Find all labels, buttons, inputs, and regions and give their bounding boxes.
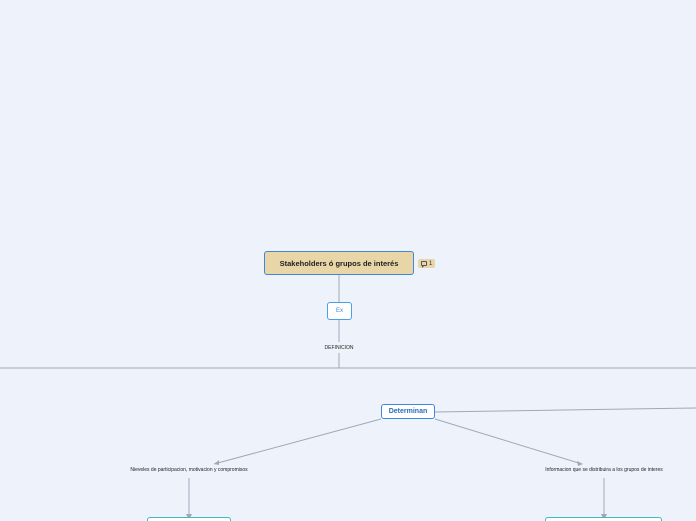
root-topic-node[interactable]: Stakeholders ó grupos de interés xyxy=(264,251,414,275)
connector-determinan-offpage xyxy=(434,407,696,413)
comment-badge[interactable]: 1 xyxy=(418,259,436,268)
arrowhead-right xyxy=(577,461,583,466)
child-node-right-partial[interactable] xyxy=(545,517,662,521)
branch-left-label[interactable]: Nieveles de participacion, motivacion y … xyxy=(130,467,247,473)
branch-left-text: Nieveles de participacion, motivacion y … xyxy=(130,467,248,473)
ex-topic-label: Ex xyxy=(335,308,343,314)
branch-right-text: Informacion que se distribuira a los gru… xyxy=(545,467,663,473)
definicion-text: DEFINICION xyxy=(324,345,354,351)
root-topic-label: Stakeholders ó grupos de interés xyxy=(279,258,399,268)
connector-determinan-right xyxy=(434,418,583,465)
comment-count: 1 xyxy=(429,260,433,267)
child-node-left-partial[interactable] xyxy=(147,517,231,521)
mindmap-canvas[interactable]: Stakeholders ó grupos de interés 1 Ex DE… xyxy=(0,0,696,521)
ex-topic-node[interactable]: Ex xyxy=(327,302,352,320)
determinan-topic-node[interactable]: Determinan xyxy=(381,404,435,419)
connector-determinan-left xyxy=(213,418,382,465)
definicion-label[interactable]: DEFINICION xyxy=(325,345,354,351)
branch-right-label[interactable]: Informacion que se distribuira a los gru… xyxy=(545,467,663,473)
determinan-topic-label: Determinan xyxy=(388,408,428,415)
comment-icon xyxy=(421,261,427,268)
